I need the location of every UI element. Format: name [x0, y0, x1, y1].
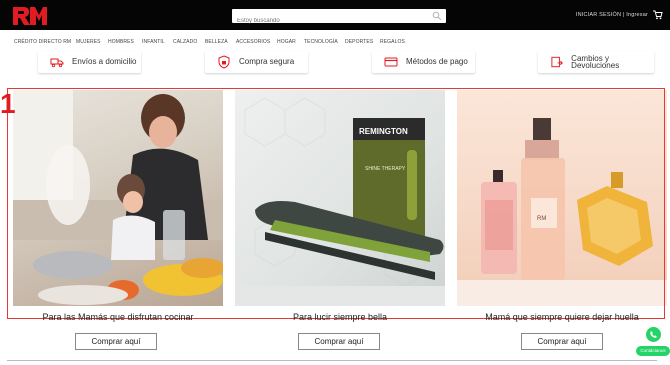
search-input[interactable] [232, 14, 417, 28]
nav-item-belleza[interactable]: BELLEZA [205, 39, 228, 45]
promo-caption-beauty: Para lucir siempre bella [292, 312, 388, 322]
brand-logo[interactable] [12, 6, 48, 26]
benefit-payment[interactable]: Métodos de pago [372, 51, 475, 73]
nav-item-mujeres[interactable]: MUJERES [76, 39, 101, 45]
nav-item-accesorios[interactable]: ACCESORIOS [236, 39, 270, 45]
benefits-strip: Envíos a domicilio Compra segura Métodos… [0, 50, 670, 76]
search-box [232, 9, 446, 28]
nav-item-regalos[interactable]: REGALOS [380, 39, 405, 45]
promo-highlight-frame [7, 88, 665, 319]
top-bar: INICIAR SESIÓN | Ingresar [0, 0, 670, 30]
buy-button-beauty[interactable]: Comprar aquí [298, 333, 380, 350]
nav-item-tecnologia[interactable]: TECNOLOGÍA [304, 39, 338, 45]
section-marker: 1 [0, 88, 16, 119]
promo-caption-cooking: Para las Mamás que disfrutan cocinar [42, 312, 194, 322]
nav-item-calzado[interactable]: CALZADO [173, 39, 197, 45]
divider [7, 360, 657, 361]
search-icon[interactable] [432, 11, 442, 21]
nav-item-deportes[interactable]: DEPORTES [345, 39, 373, 45]
login-link[interactable]: INICIAR SESIÓN | Ingresar [576, 12, 648, 18]
credit-card-icon [384, 57, 398, 67]
whatsapp-icon[interactable] [646, 327, 661, 342]
benefit-label: Envíos a domicilio [72, 57, 137, 67]
category-nav: CRÉDITO DIRECTO RM MUJERES HOMBRES INFAN… [0, 37, 670, 49]
benefit-label: Cambios y Devoluciones [571, 53, 620, 70]
promo-caption-perfume: Mamá que siempre quiere dejar huella [485, 312, 639, 322]
whatsapp-widget[interactable]: Contáctanos [636, 327, 670, 359]
nav-item-credito[interactable]: CRÉDITO DIRECTO RM [14, 39, 71, 45]
exchange-icon [551, 56, 563, 68]
truck-icon [50, 58, 64, 68]
nav-item-hombres[interactable]: HOMBRES [108, 39, 134, 45]
nav-item-infantil[interactable]: INFANTIL [142, 39, 165, 45]
whatsapp-label[interactable]: Contáctanos [636, 346, 670, 356]
nav-item-hogar[interactable]: HOGAR [277, 39, 296, 45]
buy-button-perfume[interactable]: Comprar aquí [521, 333, 603, 350]
shield-lock-icon [218, 55, 230, 69]
buy-button-cooking[interactable]: Comprar aquí [75, 333, 157, 350]
benefit-returns[interactable]: Cambios y Devoluciones [538, 51, 654, 73]
benefit-shipping[interactable]: Envíos a domicilio [38, 51, 141, 73]
benefit-label: Métodos de pago [406, 57, 468, 67]
benefit-secure[interactable]: Compra segura [205, 51, 308, 73]
cart-icon[interactable] [652, 9, 663, 20]
benefit-label: Compra segura [239, 57, 295, 67]
